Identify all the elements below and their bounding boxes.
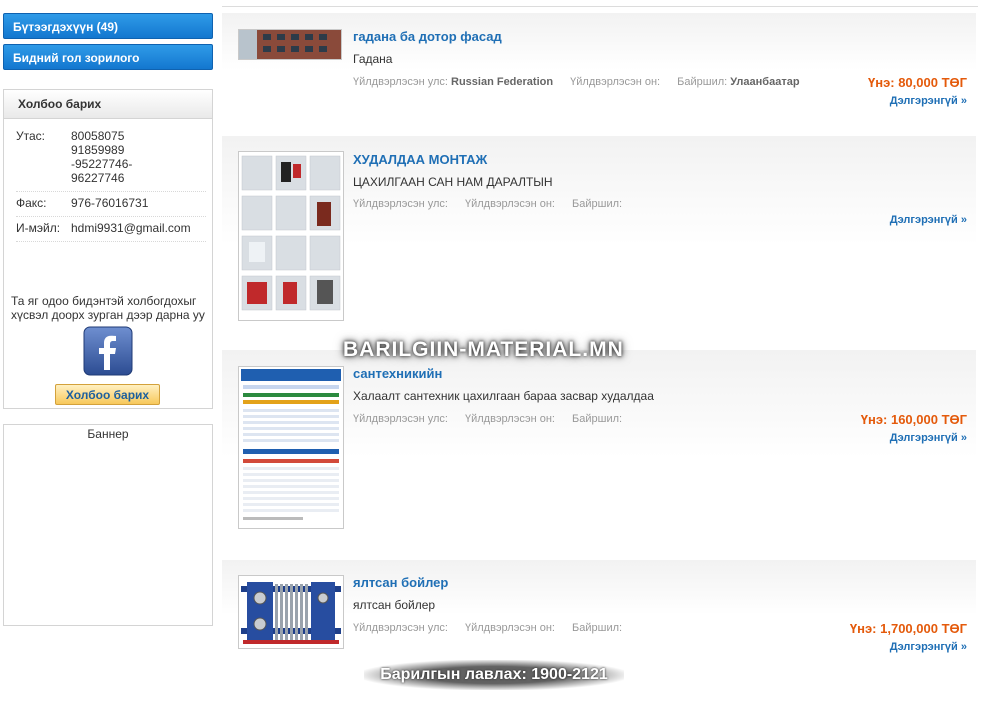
listing-title[interactable]: сантехникийн bbox=[353, 366, 442, 381]
banner-label: Баннер bbox=[87, 427, 129, 441]
phone-label: Утас: bbox=[16, 129, 45, 143]
country-label: Үйлдвэрлэсэн улс: bbox=[353, 76, 448, 88]
top-divider bbox=[222, 6, 978, 7]
contact-us-button[interactable]: Холбоо барих bbox=[55, 384, 160, 405]
location-value: Улаанбаатар bbox=[730, 76, 800, 88]
listing-meta: Үйлдвэрлэсэн улс: Үйлдвэрлэсэн он: Байрш… bbox=[353, 413, 622, 425]
plate-heat-exchanger-image bbox=[239, 576, 343, 648]
electrical-products-image bbox=[239, 152, 343, 320]
listing-details-link[interactable]: Дэлгэрэнгүй » bbox=[890, 432, 967, 444]
listing-title[interactable]: ХУДАЛДАА МОНТАЖ bbox=[353, 152, 487, 167]
nav-products-button[interactable]: Бүтээгдэхүүн (49) bbox=[3, 13, 213, 39]
location-label: Байршил: bbox=[572, 198, 623, 210]
year-label: Үйлдвэрлэсэн он: bbox=[465, 198, 555, 210]
footer-stamp: Барилгын лавлах: 1900-2121 bbox=[364, 660, 624, 690]
listing-card: гадана ба дотор фасад Гадана Үйлдвэрлэсэ… bbox=[222, 13, 976, 117]
plumbing-price-list-image bbox=[239, 367, 343, 528]
location-label: Байршил: bbox=[677, 76, 728, 88]
listing-details-link[interactable]: Дэлгэрэнгүй » bbox=[890, 641, 967, 653]
phone-number: -95227746- bbox=[71, 157, 133, 171]
listing-description: ялтсан бойлер bbox=[353, 598, 436, 612]
listing-thumbnail[interactable] bbox=[238, 575, 344, 649]
email-label: И-мэйл: bbox=[16, 221, 61, 235]
year-label: Үйлдвэрлэсэн он: bbox=[465, 413, 555, 425]
listing-title[interactable]: гадана ба дотор фасад bbox=[353, 29, 502, 44]
listing-title[interactable]: ялтсан бойлер bbox=[353, 575, 448, 590]
contact-panel: Холбоо барих Утас: 80058075 91859989 -95… bbox=[3, 89, 213, 409]
listing-description: ЦАХИЛГААН САН НАМ ДАРАЛТЫН bbox=[353, 175, 553, 189]
listing-meta: Үйлдвэрлэсэн улс: Үйлдвэрлэсэн он: Байрш… bbox=[353, 622, 622, 634]
banner-panel: Баннер bbox=[3, 424, 213, 626]
email-value[interactable]: hdmi9931@gmail.com bbox=[71, 221, 191, 235]
location-label: Байршил: bbox=[572, 622, 623, 634]
phone-row: Утас: 80058075 91859989 -95227746- 96227… bbox=[16, 129, 206, 192]
site-watermark: BARILGIIN-MATERIAL.MN bbox=[343, 338, 624, 361]
phone-number: 80058075 bbox=[71, 129, 125, 143]
country-label: Үйлдвэрлэсэн улс: bbox=[353, 622, 448, 634]
listing-thumbnail[interactable] bbox=[238, 29, 342, 60]
listing-description: Гадана bbox=[353, 52, 393, 66]
nav-mission-button[interactable]: Бидний гол зорилого bbox=[3, 44, 213, 70]
location-label: Байршил: bbox=[572, 413, 623, 425]
listing-details-link[interactable]: Дэлгэрэнгүй » bbox=[890, 214, 967, 226]
listing-thumbnail[interactable] bbox=[238, 366, 344, 529]
listing-meta: Үйлдвэрлэсэн улс: Russian Federation Үйл… bbox=[353, 76, 800, 88]
listing-meta: Үйлдвэрлэсэн улс: Үйлдвэрлэсэн он: Байрш… bbox=[353, 198, 622, 210]
listing-card: ХУДАЛДАА МОНТАЖ ЦАХИЛГААН САН НАМ ДАРАЛТ… bbox=[222, 136, 976, 334]
country-value: Russian Federation bbox=[451, 76, 554, 88]
phone-values: 80058075 91859989 -95227746- 96227746 bbox=[71, 129, 132, 185]
contact-panel-title: Холбоо барих bbox=[4, 90, 212, 119]
listing-price: Үнэ: 80,000 ТӨГ bbox=[868, 75, 967, 90]
building-facade-image bbox=[239, 30, 341, 59]
year-label: Үйлдвэрлэсэн он: bbox=[570, 76, 661, 88]
country-label: Үйлдвэрлэсэн улс: bbox=[353, 198, 448, 210]
phone-number: 96227746 bbox=[71, 171, 125, 185]
contact-cta-text: Та яг одоо бидэнтэй холбогдохыг хүсвэл д… bbox=[11, 294, 205, 322]
fax-value: 976-76016731 bbox=[71, 196, 149, 210]
phone-number: 91859989 bbox=[71, 143, 125, 157]
listing-price: Үнэ: 160,000 ТӨГ bbox=[860, 412, 967, 427]
listing-details-link[interactable]: Дэлгэрэнгүй » bbox=[890, 95, 967, 107]
listing-thumbnail[interactable] bbox=[238, 151, 344, 321]
listing-card: сантехникийн Халаалт сантехник цахилгаан… bbox=[222, 350, 976, 546]
fax-label: Факс: bbox=[16, 196, 47, 210]
listing-price: Үнэ: 1,700,000 ТӨГ bbox=[849, 621, 967, 636]
fax-row: Факс: 976-76016731 bbox=[16, 196, 206, 217]
email-row: И-мэйл: hdmi9931@gmail.com bbox=[16, 221, 206, 242]
country-label: Үйлдвэрлэсэн улс: bbox=[353, 413, 448, 425]
listing-description: Халаалт сантехник цахилгаан бараа засвар… bbox=[353, 389, 654, 403]
facebook-icon[interactable] bbox=[83, 326, 133, 376]
listing-card: ялтсан бойлер ялтсан бойлер Үйлдвэрлэсэн… bbox=[222, 560, 976, 660]
year-label: Үйлдвэрлэсэн он: bbox=[465, 622, 555, 634]
